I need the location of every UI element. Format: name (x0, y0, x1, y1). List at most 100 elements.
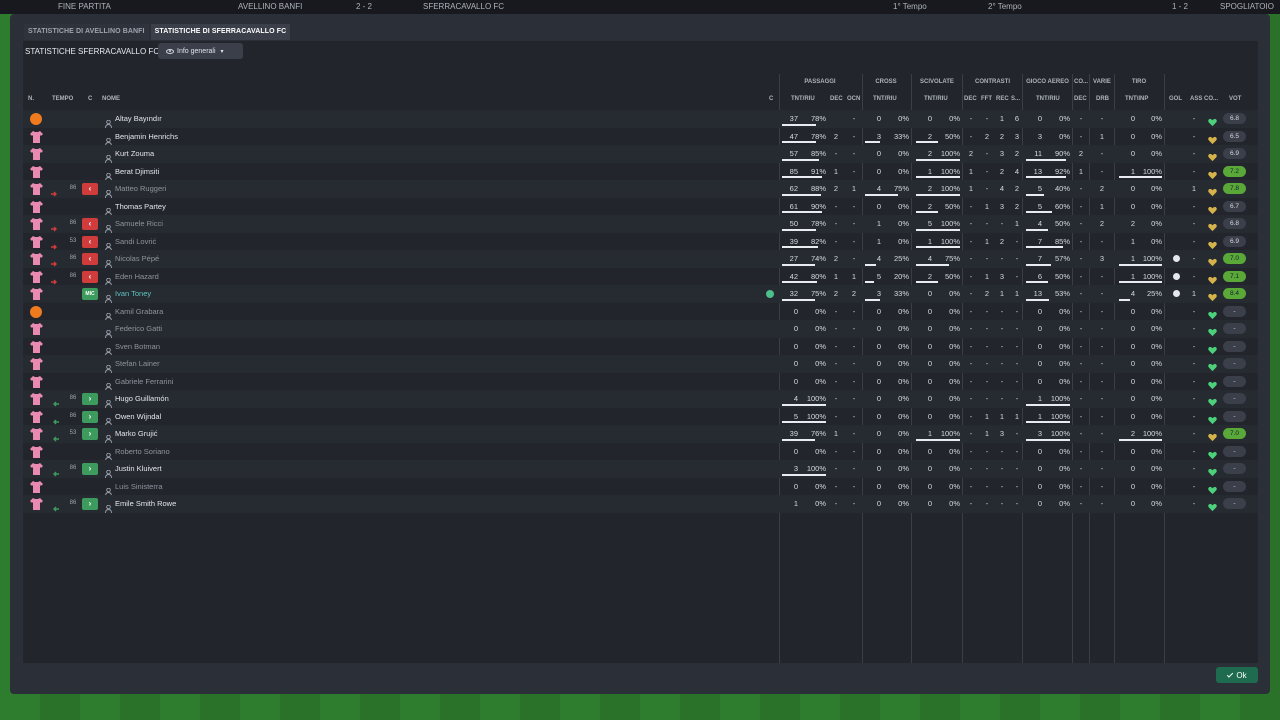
player-name[interactable]: Benjamin Henrichs (115, 128, 178, 146)
table-row[interactable]: 86 › Justin Kluivert 3 100% - -0 0% 0 0% - - - -0 0% - -… (23, 460, 1258, 479)
table-row[interactable]: 86 ‹ Matteo Ruggeri 62 88% 2 1 4 75% 2 100% 1-4 2 5 40… (23, 180, 1258, 199)
condition-heart-icon (1208, 394, 1217, 407)
col-con-dec[interactable]: DEC (964, 96, 977, 102)
cross-attempts: 0 (876, 306, 881, 316)
table-row[interactable]: MIC Ivan Toney 32 75% 2 2 3 33% 0 0% -2 1 1 13 53% - -4 2… (23, 285, 1258, 304)
col-con-fft[interactable]: FFT (981, 96, 992, 102)
tab-home-stats[interactable]: STATISTICHE DI AVELLINO BANFI (24, 24, 149, 40)
aerial-attempts: 0 (1037, 446, 1042, 456)
table-row[interactable]: 86 ‹ Eden Hazard 42 80% 1 1 5 20% 2 50% -1 3-6 50% - -1… (23, 268, 1258, 286)
contrasti-fft: - (985, 394, 989, 403)
table-row[interactable]: Gabriele Ferrarini 0 0% - -0 0% 0 0% - - - -0 0% - -0 0… (23, 373, 1258, 391)
player-name[interactable]: Samuele Ricci (115, 215, 163, 233)
col-tiro-tnt[interactable]: TNT\INP (1125, 96, 1148, 102)
col-aereo-tnt[interactable]: TNT/RIU (1036, 96, 1060, 102)
table-row[interactable]: Benjamin Henrichs 47 78% 2-3 33% 2 50% -2 2 3 3 0% -… (23, 128, 1258, 146)
cross-percent: 0% (898, 341, 909, 351)
rating-badge: 7.0 (1223, 253, 1246, 264)
col-drb[interactable]: DRB (1096, 96, 1109, 102)
table-row[interactable]: Roberto Soriano 0 0% - -0 0% 0 0% - - - -0 0% - -0 0% - - (23, 443, 1258, 461)
player-name[interactable]: Emile Smith Rowe (115, 495, 176, 513)
col-n[interactable]: N. (28, 96, 34, 102)
table-row[interactable]: Kurt Zouma 57 85% - -0 0% 2 100% 2-3 2 11 90% 2-0 0% -… (23, 145, 1258, 164)
player-name[interactable]: Kamil Grabara (115, 303, 163, 321)
table-row[interactable]: 86 › Hugo Guillamón 4 100% - -0 0% 0 0% - - - -1 100% -… (23, 390, 1258, 409)
col-pass-tnt[interactable]: TNT/RIU (791, 96, 815, 102)
player-name[interactable]: Hugo Guillamón (115, 390, 169, 408)
col-con-s[interactable]: S... (1011, 96, 1020, 102)
player-name[interactable]: Berat Djimsiti (115, 163, 159, 181)
sub-in-icon (51, 413, 59, 424)
player-name[interactable]: Roberto Soriano (115, 443, 170, 461)
dressing-room-button[interactable]: SPOGLIATOIO (1220, 2, 1274, 11)
player-name[interactable]: Kurt Zouma (115, 145, 154, 163)
col-ass[interactable]: ASS (1190, 96, 1202, 102)
subbed-out-badge: ‹ (82, 183, 98, 195)
table-row[interactable]: 86 ‹ Samuele Ricci 50 78% - -1 0% 5 100% - - -1 4 50% -… (23, 215, 1258, 234)
table-row[interactable]: 53 ‹ Sandi Lovrić 39 82% - -1 0% 1 100% -1 2-7 85% - -… (23, 233, 1258, 251)
col-co2[interactable]: CO... (1204, 96, 1218, 102)
col-co-dec[interactable]: DEC (1074, 96, 1087, 102)
shirt-icon (30, 253, 43, 265)
player-name[interactable]: Owen Wijndal (115, 408, 161, 426)
table-row[interactable]: Federico Gatti 0 0% - -0 0% 0 0% - - - -0 0% - -0 0% - - (23, 320, 1258, 339)
player-name[interactable]: Federico Gatti (115, 320, 162, 338)
col-con-rec[interactable]: REC (996, 96, 1009, 102)
table-row[interactable]: Stefan Lainer 0 0% - -0 0% 0 0% - - - -0 0% - -0 0% - - (23, 355, 1258, 374)
col-pass-dec[interactable]: DEC (830, 96, 843, 102)
table-row[interactable]: 86 ‹ Nicolas Pépé 27 74% 2-4 25% 4 75% - - - -7 57% -3… (23, 250, 1258, 269)
player-name[interactable]: Gabriele Ferrarini (115, 373, 173, 391)
player-name[interactable]: Sandi Lovrić (115, 233, 156, 251)
aerial-attempts: 0 (1037, 481, 1042, 491)
col-tempo[interactable]: TEMPO (52, 96, 73, 102)
player-name[interactable]: Ivan Toney (115, 285, 151, 303)
table-row[interactable]: Kamil Grabara 0 0% - -0 0% 0 0% - - - -0 0% - -0 0% - - (23, 303, 1258, 321)
ok-button[interactable]: Ok (1216, 667, 1258, 683)
table-row[interactable]: Luis Sinisterra 0 0% - -0 0% 0 0% - - - -0 0% - -0 0% - - (23, 478, 1258, 496)
tackles-bar (916, 281, 938, 283)
table-row[interactable]: 86 › Owen Wijndal 5 100% - -0 0% 0 0% -1 1 1 1 100% - -0… (23, 408, 1258, 426)
cross-attempts: 0 (876, 114, 881, 123)
subbed-out-badge: ‹ (82, 218, 98, 230)
col-sciv-tnt[interactable]: TNT/RIU (924, 96, 948, 102)
stats-panel: STATISTICHE SFERRACAVALLO FC Info genera… (23, 41, 1258, 663)
player-name[interactable]: Altay Bayındır (115, 110, 162, 128)
view-dropdown[interactable]: Info generali ▾ (158, 43, 243, 59)
player-name[interactable]: Thomas Partey (115, 198, 166, 216)
player-name[interactable]: Luis Sinisterra (115, 478, 163, 496)
dribbles: - (1100, 236, 1104, 246)
aerial-percent: 0% (1059, 446, 1070, 456)
table-row[interactable]: Berat Djimsiti 85 91% 1-0 0% 1 100% 1-2 4 13 92% 1-… (23, 163, 1258, 181)
col-nome[interactable]: NOME (102, 96, 120, 102)
tab-away-stats[interactable]: STATISTICHE DI SFERRACAVALLO FC (150, 24, 291, 40)
passes-dec: 2 (833, 184, 839, 193)
table-row[interactable]: Altay Bayındır 37 78% -0 0% 0 0% - -1 6 0 0% - -0 0% -6… (23, 110, 1258, 129)
player-name[interactable]: Nicolas Pépé (115, 250, 159, 268)
dribbles: 2 (1099, 219, 1105, 228)
col-gol[interactable]: GOL (1169, 96, 1182, 102)
player-name[interactable]: Marko Grujić (115, 425, 158, 443)
player-name[interactable]: Sven Botman (115, 338, 160, 356)
table-row[interactable]: 53 › Marko Grujić 39 76% 1-0 0% 1 100% -1 3-3 100% -… (23, 425, 1258, 444)
aerial-attempts: 3 (1037, 131, 1042, 141)
col-cross-tnt[interactable]: TNT/RIU (873, 96, 897, 102)
player-name[interactable]: Eden Hazard (115, 268, 159, 286)
panel-title: STATISTICHE SFERRACAVALLO FC (25, 47, 160, 56)
player-name[interactable]: Justin Kluivert (115, 460, 162, 478)
col-pass-ocn[interactable]: OCN (847, 96, 860, 102)
dribbles: - (1100, 411, 1104, 421)
co-dec: - (1079, 114, 1083, 123)
contrasti-fft: - (985, 324, 989, 333)
table-row[interactable]: Thomas Partey 61 90% - -0 0% 2 50% -1 3 2 5 60% -1 0 0%… (23, 198, 1258, 216)
col-c2[interactable]: C (769, 96, 773, 102)
col-vot[interactable]: VOT (1229, 96, 1241, 102)
group-tiro: TIRO (1131, 79, 1147, 85)
table-row[interactable]: 86 › Emile Smith Rowe 1 0% - -0 0% 0 0% - - - -0 0% - -0… (23, 495, 1258, 514)
player-name[interactable]: Matteo Ruggeri (115, 180, 166, 198)
assists: - (1192, 446, 1196, 456)
contrasti-fft: - (985, 341, 989, 351)
passes-dec: - (834, 149, 838, 158)
table-row[interactable]: Sven Botman 0 0% - -0 0% 0 0% - - - -0 0% - -0 0% - - (23, 338, 1258, 356)
player-name[interactable]: Stefan Lainer (115, 355, 160, 373)
col-c[interactable]: C (88, 96, 92, 102)
